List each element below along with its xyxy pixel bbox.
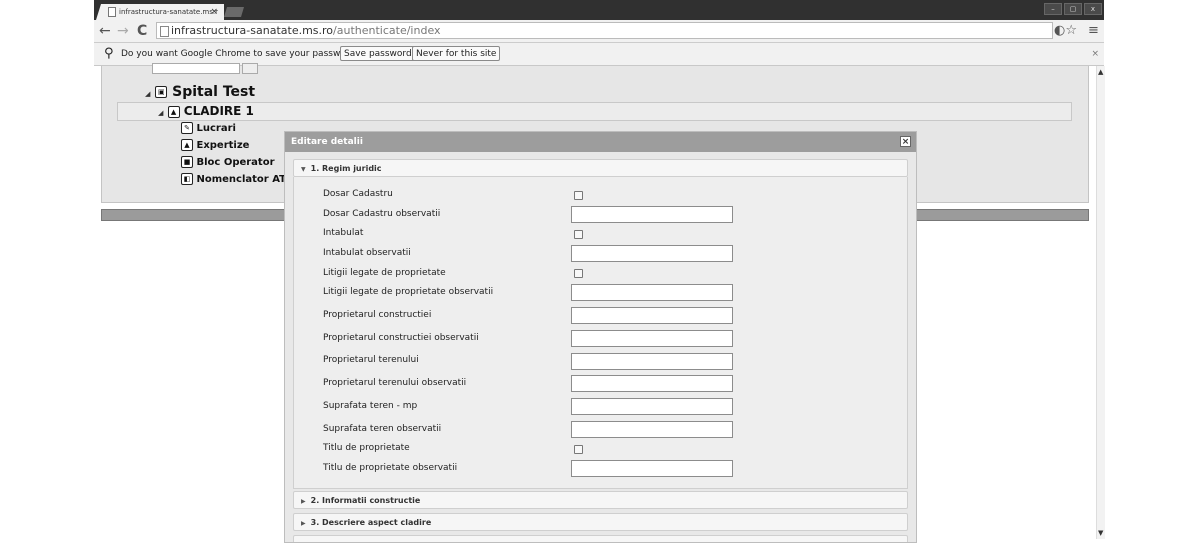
field-label: Titlu de proprietate bbox=[323, 443, 410, 453]
intabulat-checkbox[interactable] bbox=[574, 230, 583, 239]
section-next-header[interactable] bbox=[293, 535, 908, 542]
field-label: Proprietarul constructiei bbox=[323, 310, 432, 320]
field-label: Titlu de proprietate observatii bbox=[323, 463, 458, 473]
field-label: Intabulat observatii bbox=[323, 248, 411, 258]
field-label: Suprafata teren observatii bbox=[323, 424, 442, 434]
litigii-checkbox[interactable] bbox=[574, 269, 583, 278]
section-title: 2. Informatii constructie bbox=[310, 496, 421, 505]
collapsed-arrow-icon: ▶ bbox=[301, 520, 306, 527]
tab-close-icon[interactable]: × bbox=[210, 4, 218, 20]
litigii-observatii-input[interactable] bbox=[571, 284, 733, 301]
forward-icon[interactable]: → bbox=[117, 22, 129, 40]
scroll-down-icon[interactable]: ▼ bbox=[1098, 529, 1103, 537]
collapse-icon[interactable]: ◢ bbox=[158, 109, 163, 117]
new-tab-button[interactable] bbox=[224, 7, 244, 17]
warning-icon: ▲ bbox=[181, 139, 193, 151]
url-host: infrastructura-sanatate.ms.ro bbox=[171, 24, 334, 37]
field-label: Dosar Cadastru observatii bbox=[323, 209, 441, 219]
tab-title: infrastructura-sanatate.ms.r bbox=[119, 8, 218, 16]
tree-root-label: Spital Test bbox=[172, 84, 256, 100]
field-label: Proprietarul terenului observatii bbox=[323, 378, 467, 388]
back-icon[interactable]: ← bbox=[99, 22, 111, 40]
suprafata-teren-observatii-input[interactable] bbox=[571, 421, 733, 438]
browser-toolbar: ← → C infrastructura-sanatate.ms.ro/auth… bbox=[94, 20, 1104, 43]
field-label: Suprafata teren - mp bbox=[323, 401, 418, 411]
hospital-icon: ▣ bbox=[155, 86, 168, 98]
field-label: Proprietarul constructiei observatii bbox=[323, 333, 479, 343]
tree-item-bloc-operator[interactable]: ■ Bloc Operator bbox=[181, 156, 275, 168]
page-icon bbox=[160, 26, 169, 37]
url-path: /authenticate/index bbox=[333, 24, 441, 37]
tree-item-lucrari[interactable]: ✎ Lucrari bbox=[181, 122, 236, 134]
save-password-button[interactable]: Save password bbox=[340, 46, 416, 61]
infobar-message: Do you want Google Chrome to save your p… bbox=[121, 49, 360, 59]
window-controls: – ▢ x bbox=[1042, 3, 1102, 15]
titlu-proprietate-observatii-input[interactable] bbox=[571, 460, 733, 477]
tree-building-label: CLADIRE 1 bbox=[183, 104, 254, 118]
section-title: 3. Descriere aspect cladire bbox=[310, 518, 432, 527]
dialog-header: Editare detalii × bbox=[285, 132, 916, 152]
tree-item-label: Nomenclator ATI bbox=[196, 174, 290, 185]
section-descriere-aspect-header[interactable]: ▶ 3. Descriere aspect cladire bbox=[293, 513, 908, 531]
page-icon bbox=[108, 7, 116, 17]
collapsed-arrow-icon: ▶ bbox=[301, 498, 306, 505]
titlu-proprietate-checkbox[interactable] bbox=[574, 445, 583, 454]
proprietarul-constructiei-observatii-input[interactable] bbox=[571, 330, 733, 347]
expanded-arrow-icon: ▼ bbox=[301, 166, 306, 173]
key-icon: ⚲ bbox=[104, 46, 114, 61]
tree-item-expertize[interactable]: ▲ Expertize bbox=[181, 139, 249, 151]
suprafata-teren-input[interactable] bbox=[571, 398, 733, 415]
reload-icon[interactable]: C bbox=[137, 22, 147, 40]
proprietarul-constructiei-input[interactable] bbox=[571, 307, 733, 324]
menu-icon[interactable]: ≡ bbox=[1088, 22, 1099, 40]
dialog-close-icon[interactable]: × bbox=[900, 136, 911, 147]
tree-root-node[interactable]: ◢ ▣ Spital Test bbox=[145, 84, 255, 100]
section-informatii-constructie-header[interactable]: ▶ 2. Informatii constructie bbox=[293, 491, 908, 509]
address-bar[interactable]: infrastructura-sanatate.ms.ro/authentica… bbox=[156, 22, 1053, 39]
field-label: Proprietarul terenului bbox=[323, 355, 419, 365]
section-regim-juridic-header[interactable]: ▼ 1. Regim juridic bbox=[293, 159, 908, 177]
field-label: Litigii legate de proprietate observatii bbox=[323, 287, 494, 297]
tree-building-row[interactable] bbox=[117, 102, 1072, 121]
intabulat-observatii-input[interactable] bbox=[571, 245, 733, 262]
window-close-button[interactable]: x bbox=[1084, 3, 1102, 15]
building-icon: ▲ bbox=[167, 105, 180, 118]
edit-details-dialog: Editare detalii × ▼ 1. Regim juridic Dosa… bbox=[284, 131, 917, 543]
star-icon[interactable]: ◐☆ bbox=[1054, 22, 1077, 40]
tree-item-label: Bloc Operator bbox=[196, 157, 275, 168]
field-label: Intabulat bbox=[323, 228, 364, 238]
minimize-button[interactable]: – bbox=[1044, 3, 1062, 15]
browser-titlebar bbox=[94, 0, 1104, 20]
dialog-title: Editare detalii bbox=[291, 137, 363, 147]
collapse-icon[interactable]: ◢ bbox=[145, 90, 150, 98]
proprietarul-terenului-observatii-input[interactable] bbox=[571, 375, 733, 392]
page-scrollbar[interactable]: ▲ ▼ bbox=[1096, 66, 1105, 539]
tree-item-label: Expertize bbox=[196, 140, 250, 151]
never-for-this-site-button[interactable]: Never for this site bbox=[412, 46, 501, 61]
infobar-close-icon[interactable]: × bbox=[1091, 43, 1099, 65]
section-regim-juridic-body: Dosar Cadastru Dosar Cadastru observatii… bbox=[293, 177, 908, 489]
dosar-cadastru-observatii-input[interactable] bbox=[571, 206, 733, 223]
scroll-up-icon[interactable]: ▲ bbox=[1098, 68, 1103, 76]
tools-icon: ✎ bbox=[181, 122, 193, 134]
search-input[interactable] bbox=[152, 63, 240, 74]
proprietarul-terenului-input[interactable] bbox=[571, 353, 733, 370]
browser-tab[interactable]: infrastructura-sanatate.ms.r × bbox=[96, 4, 224, 20]
tree-building-node[interactable]: ◢ ▲ CLADIRE 1 bbox=[158, 104, 254, 118]
tree-item-nomenclator-ati[interactable]: ◧ Nomenclator ATI bbox=[181, 173, 290, 185]
maximize-button[interactable]: ▢ bbox=[1064, 3, 1082, 15]
section-title: 1. Regim juridic bbox=[310, 164, 382, 173]
list-icon: ◧ bbox=[181, 173, 193, 185]
document-icon: ■ bbox=[181, 156, 193, 168]
field-label: Litigii legate de proprietate bbox=[323, 268, 446, 278]
search-button[interactable] bbox=[242, 63, 258, 74]
dosar-cadastru-checkbox[interactable] bbox=[574, 191, 583, 200]
field-label: Dosar Cadastru bbox=[323, 189, 393, 199]
tree-item-label: Lucrari bbox=[196, 123, 236, 134]
